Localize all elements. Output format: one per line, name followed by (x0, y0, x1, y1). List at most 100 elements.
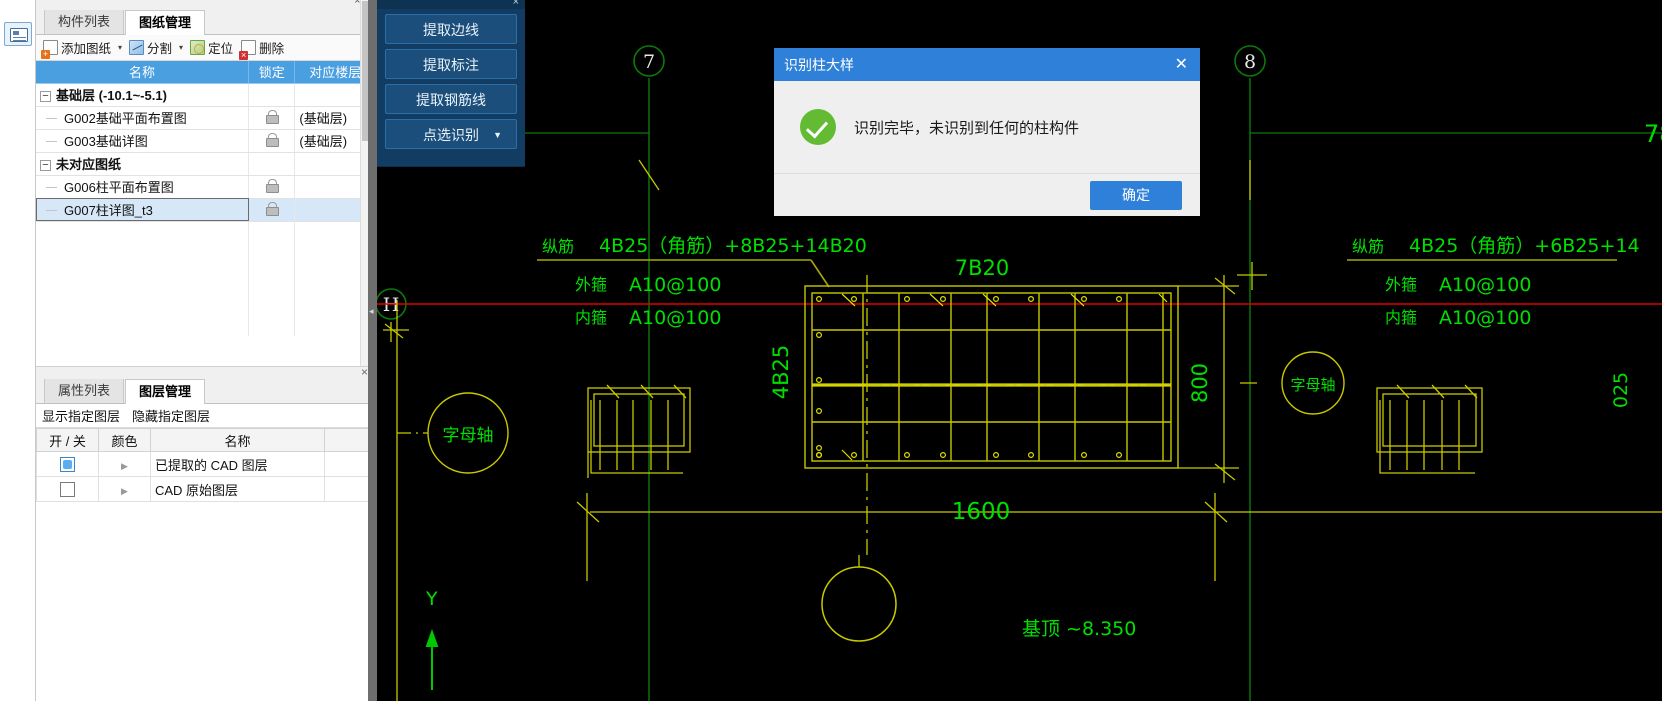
row-name: G002基础平面布置图 (36, 106, 250, 130)
grid-bubble-8: 8 (1244, 51, 1256, 73)
tab-drawing-management[interactable]: 图纸管理 (125, 10, 206, 35)
identify-column-detail-dialog: 识别柱大样 ✕ 识别完毕，未识别到任何的柱构件 确定 (774, 48, 1200, 216)
drawing-panel-toolbar: 添加图纸 ▾ 分割 ▾ 定位 删除 (36, 35, 376, 61)
confirm-button[interactable]: 确定 (1090, 180, 1182, 210)
table-row[interactable]: G003基础详图 (基础层) (36, 129, 376, 153)
split-caret-icon[interactable]: ▾ (179, 43, 183, 52)
point-select-identify-button[interactable]: 点选识别 ▼ (385, 119, 517, 149)
locate-icon (190, 40, 206, 55)
cad-dim-right-partial: 025 (1610, 372, 1632, 408)
delete-label: 删除 (259, 42, 285, 56)
cad-anno-right-value-2: A10@100 (1439, 274, 1531, 296)
hide-specified-layer-link[interactable]: 隐藏指定图层 (132, 406, 210, 425)
chevron-right-icon[interactable]: ▶ (121, 486, 128, 496)
tab-property-list[interactable]: 属性列表 (44, 378, 125, 403)
cad-dim-780: 780 (1644, 120, 1662, 148)
layer-action-links: 显示指定图层 隐藏指定图层 (36, 404, 376, 428)
rail-button-drawing-list[interactable] (4, 22, 32, 46)
cad-dim-800: 800 (1188, 363, 1212, 403)
cad-circle-label-left: 字母轴 (443, 426, 494, 446)
drawing-panel-tabstrip: 构件列表 图纸管理 (36, 9, 376, 35)
row-lock-cell[interactable] (248, 198, 296, 222)
group-name: 基础层 (-10.1~-5.1) (56, 88, 167, 103)
dialog-footer: 确定 (774, 173, 1200, 216)
table-row[interactable]: G006柱平面布置图 (36, 175, 376, 199)
drawing-table: 名称 锁定 对应楼层 − 基础层 (-10.1~-5.1) G002基础平面布置图… (36, 61, 376, 336)
row-lock-cell (248, 152, 296, 176)
add-drawing-label: 添加图纸 (61, 42, 112, 56)
close-icon[interactable]: ✕ (1175, 55, 1188, 73)
locate-label: 定位 (208, 42, 234, 56)
cad-circle-label-right: 字母轴 (1290, 376, 1335, 394)
cad-elevation-label: 基顶 ~8.350 (1022, 618, 1136, 640)
layer-panel-tabstrip: 属性列表 图层管理 (36, 378, 376, 404)
cad-anno-left-value-2: A10@100 (629, 274, 721, 296)
layer-checkbox[interactable] (60, 457, 75, 473)
tab-layer-management[interactable]: 图层管理 (125, 379, 206, 404)
tab-component-list[interactable]: 构件列表 (44, 9, 125, 34)
cad-anno-right-value-3: A10@100 (1439, 307, 1531, 329)
cad-anno-left-label-1: 纵筋 (542, 237, 574, 256)
close-icon[interactable]: × (513, 0, 519, 8)
extract-tool-column: × 提取边线 提取标注 提取钢筋线 点选识别 ▼ (377, 0, 525, 167)
extract-dimension-button[interactable]: 提取标注 (385, 49, 517, 79)
add-drawing-button[interactable]: 添加图纸 (40, 37, 114, 59)
lock-icon (266, 202, 280, 216)
col-header-lock[interactable]: 锁定 (248, 61, 296, 84)
show-specified-layer-link[interactable]: 显示指定图层 (42, 406, 120, 425)
layer-color-cell[interactable]: ▶ (98, 476, 151, 502)
extract-rebar-line-button[interactable]: 提取钢筋线 (385, 84, 517, 114)
group-name: 未对应图纸 (56, 157, 122, 172)
row-lock-cell[interactable] (248, 175, 296, 199)
grid-bubble-7: 7 (643, 51, 655, 73)
layer-table-header: 开 / 关 颜色 名称 (36, 428, 376, 452)
col-header-name[interactable]: 名称 (36, 61, 250, 84)
dialog-message: 识别完毕，未识别到任何的柱构件 (854, 119, 1080, 137)
lock-icon (266, 110, 280, 124)
panel-splitter[interactable] (368, 0, 377, 701)
chevron-right-icon[interactable]: ▶ (121, 461, 128, 471)
split-button[interactable]: 分割 (126, 37, 175, 58)
cad-anno-left-label-2: 外箍 (575, 275, 607, 294)
layer-color-cell[interactable]: ▶ (98, 451, 151, 477)
row-lock-cell (248, 83, 296, 107)
table-row-group[interactable]: − 未对应图纸 (36, 152, 376, 176)
row-lock-cell[interactable] (248, 129, 296, 153)
layer-checkbox[interactable] (60, 482, 75, 498)
row-name: G003基础详图 (36, 129, 250, 153)
col-header-color[interactable]: 颜色 (98, 428, 151, 452)
col-header-layer-name[interactable]: 名称 (150, 428, 325, 452)
table-row-group[interactable]: − 基础层 (-10.1~-5.1) (36, 83, 376, 107)
drawing-table-header: 名称 锁定 对应楼层 (36, 61, 376, 84)
row-lock-cell[interactable] (248, 106, 296, 130)
success-check-icon (800, 109, 836, 145)
row-name: G007柱详图_t3 (36, 198, 250, 222)
group-expander-icon[interactable]: − (40, 91, 51, 103)
tool-column-titlebar: × (377, 0, 525, 9)
list-item[interactable]: ▶ CAD 原始图层 (36, 476, 376, 502)
delete-icon (239, 40, 257, 60)
add-drawing-caret-icon[interactable]: ▾ (118, 43, 122, 52)
extract-edge-button[interactable]: 提取边线 (385, 14, 517, 44)
cad-dim-7b20: 7B20 (955, 256, 1010, 280)
document-list-icon (10, 28, 28, 42)
group-expander-icon[interactable]: − (40, 160, 51, 172)
point-select-identify-label: 点选识别 (423, 127, 479, 143)
col-header-onoff[interactable]: 开 / 关 (36, 428, 99, 452)
table-row-selected[interactable]: G007柱详图_t3 (36, 198, 376, 222)
cad-axis-y-label: Y (425, 588, 438, 610)
chevron-down-icon[interactable]: ▼ (493, 120, 502, 150)
cad-anno-right-label-1: 纵筋 (1352, 237, 1384, 256)
delete-button[interactable]: 删除 (238, 37, 287, 60)
table-row[interactable]: G002基础平面布置图 (基础层) (36, 106, 376, 130)
close-icon[interactable]: × (361, 366, 368, 378)
cad-anno-left-label-3: 内箍 (575, 308, 607, 327)
cad-anno-left-value-3: A10@100 (629, 307, 721, 329)
table-row-empty (36, 221, 376, 336)
layer-toggle-cell[interactable] (36, 476, 99, 502)
layer-toggle-cell[interactable] (36, 451, 99, 477)
left-rail (0, 0, 36, 701)
list-item[interactable]: ▶ 已提取的 CAD 图层 (36, 451, 376, 477)
locate-button[interactable]: 定位 (187, 37, 236, 58)
layer-name: CAD 原始图层 (150, 476, 325, 502)
